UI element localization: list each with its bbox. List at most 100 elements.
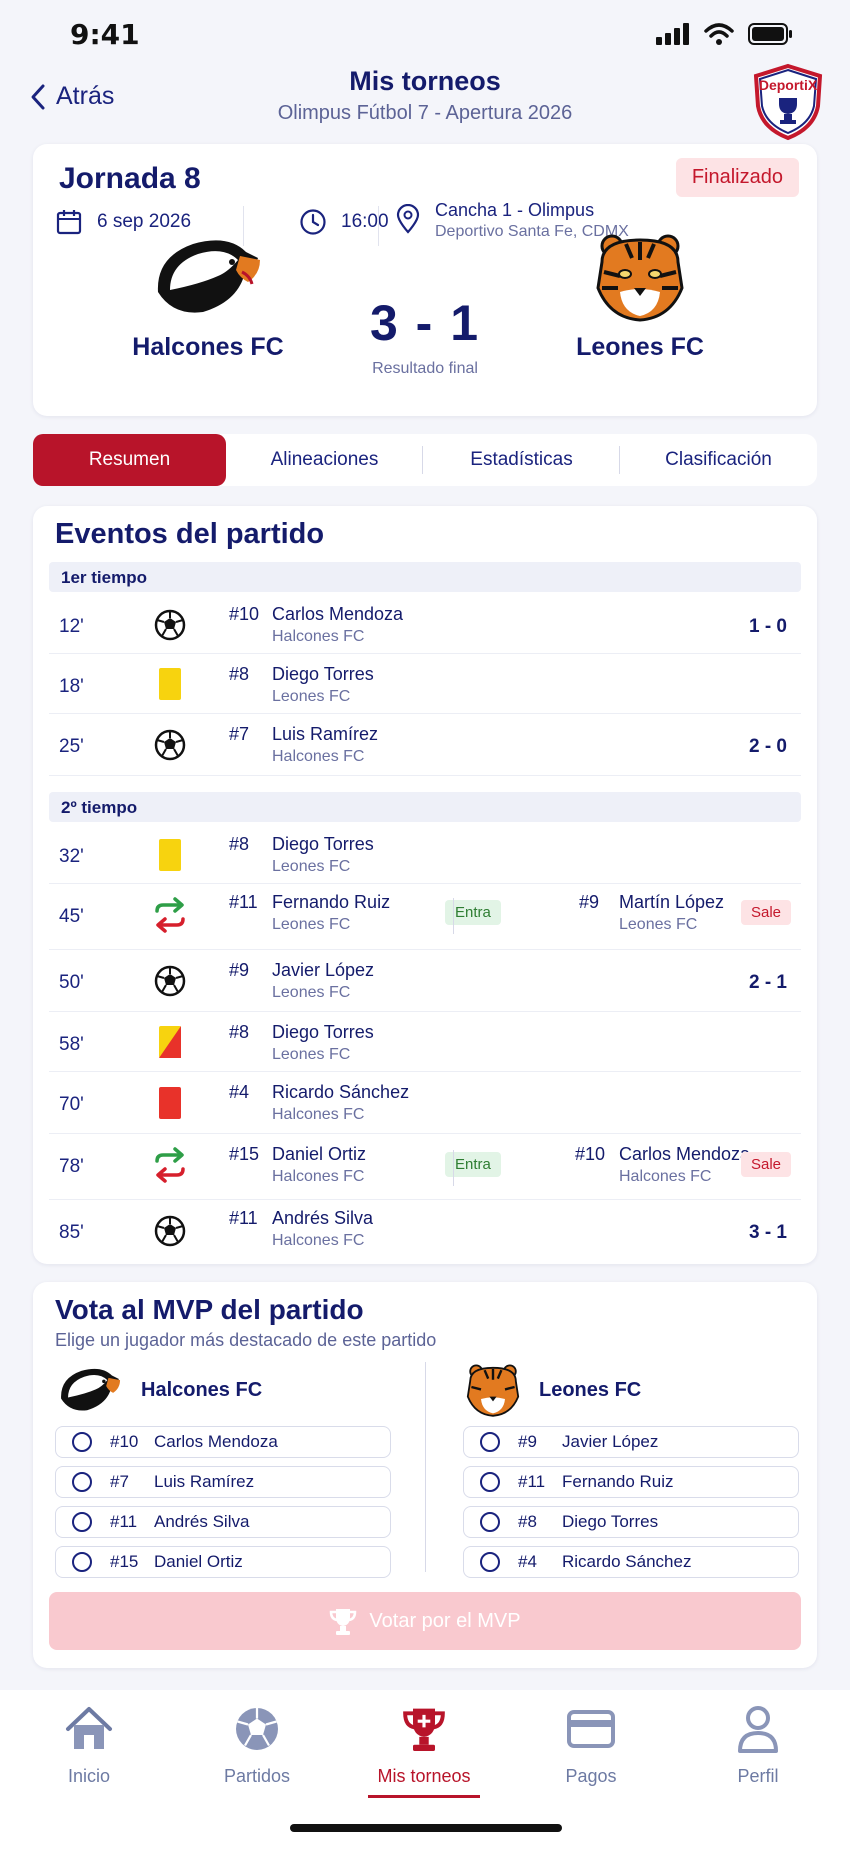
event-player: Diego Torres: [272, 664, 374, 684]
event-team: Halcones FC: [272, 628, 365, 645]
soccer-ball-icon: [236, 1708, 278, 1750]
home-indicator: [290, 1824, 562, 1832]
event-row: 45' #11 Fernando Ruiz Leones FC Entra #9…: [49, 884, 801, 950]
mvp-option[interactable]: #4 Ricardo Sánchez: [463, 1546, 799, 1578]
credit-card-icon: [567, 1710, 615, 1748]
nav-item-perfil[interactable]: Perfil: [683, 1704, 833, 1787]
trophy-icon: [403, 1708, 445, 1751]
event-team: Halcones FC: [272, 1106, 365, 1123]
events-title: Eventos del partido: [55, 518, 325, 550]
event-row: 85' #11 Andrés Silva Halcones FC 3 - 1: [59, 1208, 787, 1249]
score-label: Resultado final: [372, 360, 478, 377]
event-row: 32' #8 Diego Torres Leones FC: [49, 826, 801, 884]
radio-button[interactable]: [480, 1512, 500, 1532]
radio-button[interactable]: [72, 1432, 92, 1452]
deportix-logo: DeportiX: [753, 63, 823, 141]
nav-item-pagos[interactable]: Pagos: [516, 1704, 666, 1787]
event-team: Halcones FC: [272, 1232, 365, 1249]
second-half-header: 2º tiempo: [49, 792, 801, 822]
mvp-option[interactable]: #11 Fernando Ruiz: [463, 1466, 799, 1498]
event-team: Leones FC: [272, 916, 351, 933]
mvp-home-team: Halcones FC: [141, 1378, 263, 1401]
event-team: Leones FC: [272, 984, 351, 1001]
event-row: 12' #10 Carlos Mendoza Halcones FC 1 - 0: [49, 596, 801, 654]
tab-estadisticas[interactable]: Estadísticas: [423, 434, 620, 486]
event-row: 58' #8 Diego Torres Leones FC: [49, 1012, 801, 1072]
away-team: Leones FC: [540, 232, 740, 362]
event-team-out: Leones FC: [619, 916, 698, 933]
event-player: Diego Torres: [272, 834, 374, 854]
home-team: Halcones FC: [108, 232, 308, 362]
event-team: Halcones FC: [272, 1168, 365, 1185]
events-card: Eventos del partido 1er tiempo 12' #10 C…: [33, 506, 817, 1264]
event-player: Diego Torres: [272, 1022, 374, 1042]
mvp-card: Vota al MVP del partido Elige un jugador…: [33, 1282, 817, 1668]
tiger-crest-icon: [596, 234, 684, 322]
page-title: Mis torneos: [349, 66, 501, 96]
tab-alineaciones[interactable]: Alineaciones: [226, 434, 423, 486]
event-team: Leones FC: [272, 858, 351, 875]
event-team-out: Halcones FC: [619, 1168, 712, 1185]
goal-icon: [153, 1214, 187, 1248]
round-title: Jornada 8: [59, 162, 201, 195]
venue-name: Cancha 1 - Olimpus: [435, 200, 595, 220]
nav-item-inicio[interactable]: Inicio: [14, 1704, 164, 1787]
event-row: 25' #7 Luis Ramírez Halcones FC 2 - 0: [49, 714, 801, 776]
mvp-option[interactable]: #7 Luis Ramírez: [55, 1466, 391, 1498]
wifi-icon: [704, 23, 734, 45]
mvp-option[interactable]: #11 Andrés Silva: [55, 1506, 391, 1538]
trophy-icon: [330, 1609, 357, 1635]
mvp-option[interactable]: #10 Carlos Mendoza: [55, 1426, 391, 1458]
vote-mvp-button[interactable]: Votar por el MVP: [49, 1592, 801, 1650]
tab-clasificacion[interactable]: Clasificación: [620, 434, 817, 486]
tab-resumen[interactable]: Resumen: [33, 434, 226, 486]
substitution-icon: [153, 897, 187, 933]
goal-icon: [153, 964, 187, 998]
event-row: 78' #15 Daniel Ortiz Halcones FC Entra #…: [49, 1134, 801, 1200]
event-player: Carlos Mendoza: [272, 604, 404, 624]
event-row: 18' #8 Diego Torres Leones FC: [49, 654, 801, 714]
mvp-away-column: Leones FC #9 Javier López #11 Fernando Rui…: [463, 1362, 799, 1578]
cellular-signal-icon: [656, 23, 689, 45]
match-card: Jornada 8 Finalizado 6 sep 2026 16:00 Ca…: [33, 144, 817, 416]
mvp-option[interactable]: #15 Daniel Ortiz: [55, 1546, 391, 1578]
radio-button[interactable]: [480, 1552, 500, 1572]
nav-item-partidos[interactable]: Partidos: [182, 1704, 332, 1787]
home-team-name: Halcones FC: [132, 333, 284, 361]
match-tabs: Resumen Alineaciones Estadísticas Clasif…: [33, 434, 817, 486]
event-team: Halcones FC: [272, 748, 365, 765]
radio-button[interactable]: [72, 1552, 92, 1572]
sale-badge: Sale: [740, 900, 791, 925]
radio-button[interactable]: [72, 1512, 92, 1532]
yellow-card-icon: [153, 838, 187, 872]
event-player: Ricardo Sánchez: [272, 1082, 410, 1102]
match-score: 3 - 1 Resultado final: [325, 294, 525, 378]
home-icon: [66, 1707, 112, 1749]
event-player: Javier López: [272, 960, 375, 980]
event-row: 70' #4 Ricardo Sánchez Halcones FC: [49, 1072, 801, 1134]
nav-item-mis-torneos[interactable]: Mis torneos: [349, 1704, 499, 1798]
mvp-option[interactable]: #9 Javier López: [463, 1426, 799, 1458]
event-team: Leones FC: [272, 688, 351, 705]
tiger-crest-icon: [466, 1364, 520, 1417]
mvp-option[interactable]: #8 Diego Torres: [463, 1506, 799, 1538]
event-result: 2 - 1: [748, 972, 787, 993]
away-team-name: Leones FC: [576, 333, 704, 361]
eagle-crest-icon: [61, 1368, 121, 1411]
event-result: 2 - 0: [748, 736, 787, 757]
user-icon: [738, 1706, 778, 1753]
calendar-icon: [56, 210, 82, 235]
radio-button[interactable]: [480, 1472, 500, 1492]
radio-button[interactable]: [480, 1432, 500, 1452]
sale-badge: Sale: [740, 1152, 791, 1177]
app-header: Atrás Mis torneos Olimpus Fútbol 7 - Ape…: [0, 60, 850, 141]
event-team: Leones FC: [272, 1046, 351, 1063]
event-player-in: Daniel Ortiz: [272, 1144, 367, 1164]
mvp-home-column: Halcones FC #10 Carlos Mendoza #7 Luis Ram…: [55, 1362, 391, 1578]
status-time: 9:41: [70, 18, 140, 51]
event-player-out: Carlos Mendoza: [619, 1144, 751, 1164]
event-player: Andrés Silva: [272, 1208, 374, 1228]
location-pin-icon: [396, 204, 420, 234]
radio-button[interactable]: [72, 1472, 92, 1492]
event-player: Luis Ramírez: [272, 724, 379, 744]
